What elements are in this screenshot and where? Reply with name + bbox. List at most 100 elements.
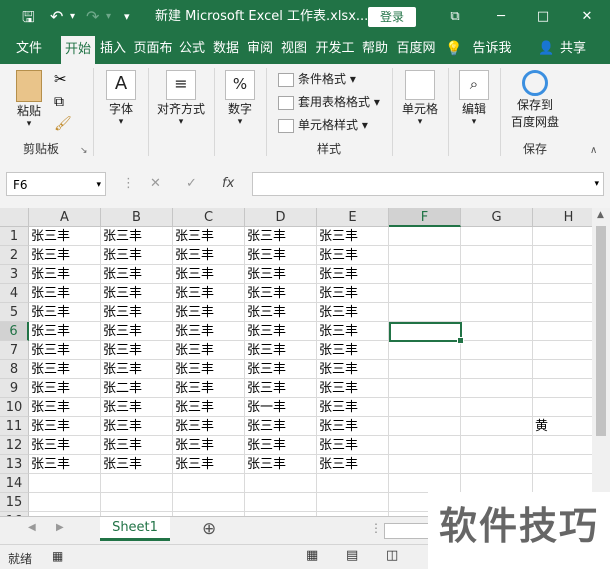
- row-header-12[interactable]: 12: [0, 436, 29, 455]
- cell-h11[interactable]: 黄: [533, 417, 592, 436]
- cell-f4[interactable]: [389, 284, 461, 303]
- cell-c5[interactable]: 张三丰: [173, 303, 245, 322]
- cell-c11[interactable]: 张三丰: [173, 417, 245, 436]
- cell-b7[interactable]: 张三丰: [101, 341, 173, 360]
- paste-button[interactable]: 粘贴 ▾: [10, 70, 48, 129]
- page-break-view-icon[interactable]: ◫: [386, 548, 398, 563]
- cell-g2[interactable]: [461, 246, 533, 265]
- share-button[interactable]: 共享: [556, 34, 590, 64]
- cell-e1[interactable]: 张三丰: [317, 227, 389, 246]
- cell-g10[interactable]: [461, 398, 533, 417]
- cell-f9[interactable]: [389, 379, 461, 398]
- copy-icon[interactable]: ⧉: [54, 94, 64, 110]
- sheet-tab-sheet1[interactable]: Sheet1: [100, 517, 170, 541]
- cell-b4[interactable]: 张三丰: [101, 284, 173, 303]
- undo-dropdown-icon[interactable]: ▾: [70, 0, 75, 34]
- cell-b13[interactable]: 张三丰: [101, 455, 173, 474]
- worksheet-grid[interactable]: A B C D E F G H 1 张三丰 张三丰 张三丰 张三丰 张三丰 2 张三丰 张三丰 张三丰 张三丰 张三丰…: [0, 208, 592, 516]
- select-all-corner[interactable]: [0, 208, 29, 227]
- cell-c8[interactable]: 张三丰: [173, 360, 245, 379]
- tab-view[interactable]: 视图: [278, 34, 310, 64]
- cell-c13[interactable]: 张三丰: [173, 455, 245, 474]
- row-header-6[interactable]: 6: [0, 322, 29, 341]
- cell-d8[interactable]: 张三丰: [245, 360, 317, 379]
- lightbulb-icon[interactable]: 💡: [444, 34, 464, 64]
- cell-c4[interactable]: 张三丰: [173, 284, 245, 303]
- tab-data[interactable]: 数据: [210, 34, 242, 64]
- row-header-3[interactable]: 3: [0, 265, 29, 284]
- sign-in-button[interactable]: 登录: [368, 7, 416, 27]
- number-button[interactable]: % 数字 ▾: [220, 70, 260, 127]
- editing-button[interactable]: ⌕ 编辑 ▾: [454, 70, 494, 127]
- tab-baidu[interactable]: 百度网: [393, 34, 439, 64]
- cell-a9[interactable]: 张三丰: [29, 379, 101, 398]
- row-header-11[interactable]: 11: [0, 417, 29, 436]
- cell-f2[interactable]: [389, 246, 461, 265]
- fill-handle[interactable]: [457, 337, 464, 344]
- cell-a4[interactable]: 张三丰: [29, 284, 101, 303]
- cell-h8[interactable]: [533, 360, 592, 379]
- row-header-13[interactable]: 13: [0, 455, 29, 474]
- cell-e4[interactable]: 张三丰: [317, 284, 389, 303]
- cell-a5[interactable]: 张三丰: [29, 303, 101, 322]
- cell-b10[interactable]: 张三丰: [101, 398, 173, 417]
- cell-h10[interactable]: [533, 398, 592, 417]
- cell-e15[interactable]: [317, 493, 389, 512]
- cell-d5[interactable]: 张三丰: [245, 303, 317, 322]
- cell-g12[interactable]: [461, 436, 533, 455]
- next-sheet-icon[interactable]: ▶: [56, 522, 64, 533]
- scroll-up-icon[interactable]: ▲: [597, 210, 604, 220]
- cell-e9[interactable]: 张三丰: [317, 379, 389, 398]
- cell-b1[interactable]: 张三丰: [101, 227, 173, 246]
- cell-d1[interactable]: 张三丰: [245, 227, 317, 246]
- cell-g3[interactable]: [461, 265, 533, 284]
- tab-splitter-icon[interactable]: ⋮: [370, 521, 382, 535]
- tab-developer[interactable]: 开发工: [312, 34, 358, 64]
- cell-f7[interactable]: [389, 341, 461, 360]
- page-layout-view-icon[interactable]: ▤: [346, 548, 358, 563]
- alignment-button[interactable]: ≡ 对齐方式 ▾: [152, 70, 210, 127]
- cell-a6[interactable]: 张三丰: [29, 322, 101, 341]
- cell-f3[interactable]: [389, 265, 461, 284]
- name-box[interactable]: F6 ▾: [6, 172, 106, 196]
- column-header-f[interactable]: F: [389, 208, 461, 227]
- cell-d15[interactable]: [245, 493, 317, 512]
- cell-a15[interactable]: [29, 493, 101, 512]
- save-icon[interactable]: 🖫: [22, 0, 35, 34]
- cell-f12[interactable]: [389, 436, 461, 455]
- cell-b9[interactable]: 张二丰: [101, 379, 173, 398]
- tab-review[interactable]: 审阅: [244, 34, 276, 64]
- cell-h9[interactable]: [533, 379, 592, 398]
- cell-d3[interactable]: 张三丰: [245, 265, 317, 284]
- row-header-10[interactable]: 10: [0, 398, 29, 417]
- format-painter-icon[interactable]: 🖌: [54, 116, 72, 132]
- cell-f5[interactable]: [389, 303, 461, 322]
- row-header-5[interactable]: 5: [0, 303, 29, 322]
- column-header-d[interactable]: D: [245, 208, 317, 227]
- cell-b14[interactable]: [101, 474, 173, 493]
- cell-d11[interactable]: 张三丰: [245, 417, 317, 436]
- row-header-15[interactable]: 15: [0, 493, 29, 512]
- formula-input[interactable]: ▾: [252, 172, 604, 196]
- close-button[interactable]: ✕: [564, 0, 610, 34]
- column-header-h[interactable]: H: [533, 208, 592, 227]
- cell-style-button[interactable]: 单元格样式 ▾: [278, 116, 368, 134]
- cell-b6[interactable]: 张三丰: [101, 322, 173, 341]
- prev-sheet-icon[interactable]: ◀: [28, 522, 36, 533]
- ribbon-options-icon[interactable]: ⧉: [432, 0, 478, 34]
- cell-c15[interactable]: [173, 493, 245, 512]
- cell-e10[interactable]: 张三丰: [317, 398, 389, 417]
- row-header-14[interactable]: 14: [0, 474, 29, 493]
- cell-c2[interactable]: 张三丰: [173, 246, 245, 265]
- cell-f1[interactable]: [389, 227, 461, 246]
- cell-c10[interactable]: 张三丰: [173, 398, 245, 417]
- cell-d13[interactable]: 张三丰: [245, 455, 317, 474]
- cell-b2[interactable]: 张三丰: [101, 246, 173, 265]
- tab-home[interactable]: 开始: [61, 36, 95, 64]
- cell-f8[interactable]: [389, 360, 461, 379]
- cell-g14[interactable]: [461, 474, 533, 493]
- table-format-button[interactable]: 套用表格格式 ▾: [278, 93, 380, 111]
- cell-b5[interactable]: 张三丰: [101, 303, 173, 322]
- conditional-format-button[interactable]: 条件格式 ▾: [278, 70, 356, 88]
- macro-record-icon[interactable]: ▦: [52, 549, 63, 563]
